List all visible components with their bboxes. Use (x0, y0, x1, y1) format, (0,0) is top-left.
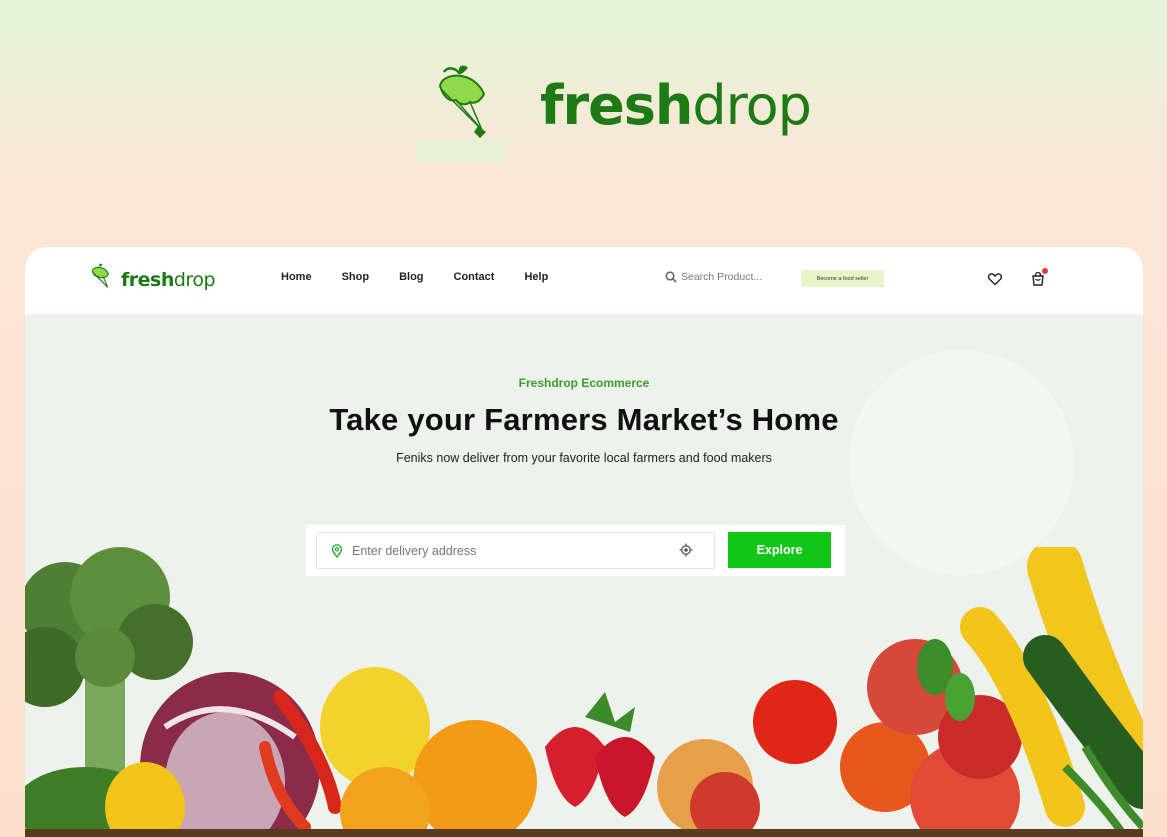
nav-link-shop[interactable]: Shop (342, 271, 370, 283)
become-seller-button[interactable]: Become a food seller (801, 270, 884, 287)
nav-logo-light: drop (173, 269, 216, 291)
brand-logo-backdrop (416, 140, 506, 162)
search-placeholder[interactable]: Search Product... (681, 271, 762, 283)
brand-wordmark-light: drop (692, 74, 812, 137)
hero-eyebrow: Freshdrop Ecommerce (518, 376, 650, 390)
search-icon (665, 271, 677, 283)
parachute-leaf-logo-icon (91, 263, 110, 288)
product-search[interactable]: Search Product... (665, 271, 762, 283)
nav-logo-text: freshdrop (121, 269, 216, 291)
fresh-produce-image (25, 547, 1143, 837)
hero-section: Freshdrop Ecommerce Take your Farmers Ma… (25, 314, 1143, 837)
heart-icon[interactable] (987, 271, 1003, 287)
nav-logo[interactable]: freshdrop (87, 263, 227, 293)
nav-link-blog[interactable]: Blog (399, 271, 423, 283)
website-preview-card: freshdrop Home Shop Blog Contact Help Se… (25, 247, 1143, 837)
nav-logo-bold: fresh (121, 269, 174, 291)
main-menu: Home Shop Blog Contact Help (281, 271, 578, 283)
top-navbar: freshdrop Home Shop Blog Contact Help Se… (25, 247, 1143, 314)
cart-button[interactable] (1030, 268, 1048, 287)
cart-count-badge (1042, 268, 1048, 274)
brand-wordmark: freshdrop (540, 74, 812, 138)
brand-header: freshdrop (416, 64, 812, 164)
parachute-leaf-logo-icon (438, 65, 486, 138)
nav-link-help[interactable]: Help (524, 271, 548, 283)
brand-wordmark-bold: fresh (540, 74, 693, 137)
nav-link-home[interactable]: Home (281, 271, 312, 283)
hero-subline: Feniks now deliver from your favorite lo… (396, 451, 772, 465)
nav-link-contact[interactable]: Contact (454, 271, 495, 283)
hero-headline: Take your Farmers Market’s Home (329, 402, 839, 437)
